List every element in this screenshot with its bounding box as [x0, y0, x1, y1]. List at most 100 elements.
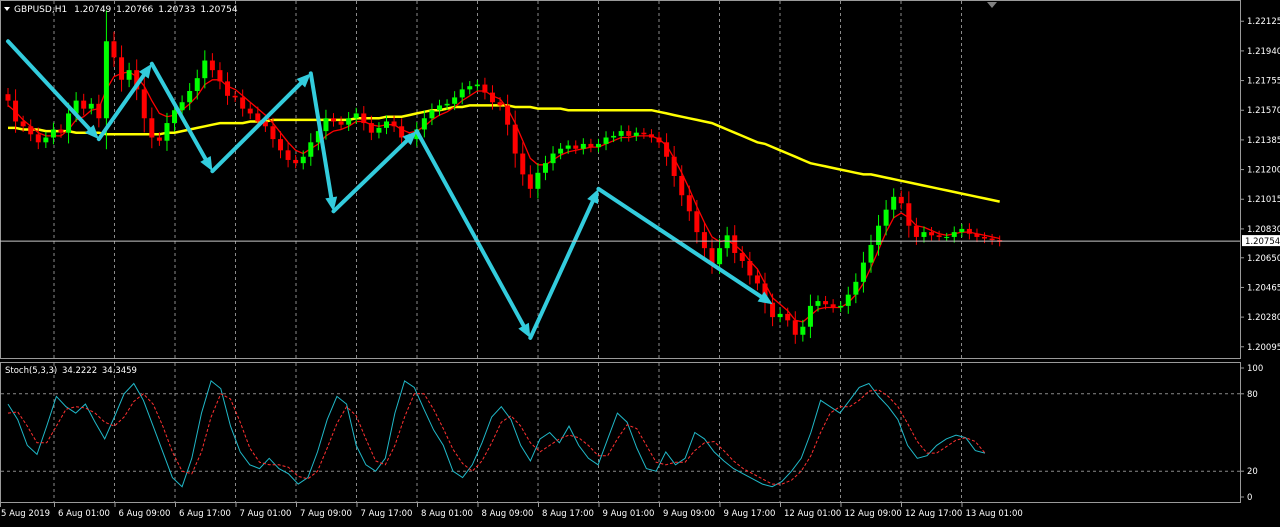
- candle: [580, 138, 586, 155]
- candle-body: [944, 236, 950, 238]
- trend-arrow: [331, 131, 417, 214]
- stochastic-main-line: [7, 380, 986, 488]
- price-axis: 1.22125 1.21940 1.21755 1.21570 1.21385 1.212…: [1240, 17, 1280, 353]
- candle-body: [542, 163, 548, 173]
- stochastic-label: Stoch(5,3,3) 34.2222 34.3459: [5, 366, 137, 376]
- price-tick-label: 1.21385: [1247, 136, 1280, 146]
- candle: [13, 89, 19, 133]
- time-tick-label: 12 Aug 01:00: [784, 509, 841, 519]
- candle-body: [126, 70, 132, 80]
- stochastic-tick-label: 100: [1247, 364, 1263, 374]
- candle-body: [845, 294, 851, 306]
- candle-body: [807, 305, 813, 327]
- candle: [527, 165, 533, 198]
- candle: [876, 214, 882, 256]
- candle: [550, 146, 556, 171]
- candle: [807, 294, 813, 339]
- candle-body: [929, 232, 935, 236]
- candle-body: [119, 57, 125, 80]
- trading-chart-window: 1.22125 1.21940 1.21755 1.21570 1.21385 1.212…: [0, 0, 1280, 523]
- candle-body: [959, 228, 965, 233]
- candle-body: [368, 123, 374, 133]
- price-tick-label: 1.20650: [1247, 254, 1280, 264]
- candle-body: [141, 89, 147, 119]
- candle: [633, 127, 639, 142]
- time-tick-label: 8 Aug 09:00: [482, 509, 534, 519]
- candle-body: [936, 235, 942, 237]
- candle-body: [558, 148, 564, 154]
- candle-body: [701, 232, 707, 249]
- candle: [921, 226, 927, 243]
- candle-body: [96, 103, 102, 119]
- candle-body: [255, 113, 261, 122]
- chart-shift-marker-icon[interactable]: [987, 2, 997, 8]
- candle: [505, 94, 511, 136]
- price-tick-label: 1.21200: [1247, 166, 1280, 176]
- time-tick-label: 5 Aug 2019: [1, 509, 50, 519]
- candle-body: [732, 235, 738, 253]
- stochastic-tick-label: 20: [1247, 467, 1258, 477]
- candle: [732, 225, 738, 264]
- price-tick-label: 1.20095: [1247, 343, 1280, 353]
- candle: [595, 138, 601, 153]
- candle-body: [966, 228, 972, 234]
- candle: [800, 319, 806, 342]
- candle-body: [474, 84, 480, 87]
- candle: [588, 138, 594, 153]
- candle: [747, 251, 753, 285]
- candle: [391, 115, 397, 132]
- candle-body: [331, 118, 337, 122]
- candle: [50, 122, 56, 145]
- candle-body: [815, 301, 821, 306]
- candle-body: [444, 103, 450, 106]
- candle-body: [452, 97, 458, 104]
- time-tick-label: 9 Aug 09:00: [663, 509, 715, 519]
- candle: [906, 191, 912, 238]
- candle: [96, 94, 102, 128]
- candle: [209, 53, 215, 78]
- candle: [951, 226, 957, 243]
- candle-body: [823, 301, 829, 305]
- candle: [785, 307, 791, 327]
- symbol-menu-arrow-icon[interactable]: [4, 7, 10, 11]
- candle: [573, 140, 579, 154]
- candle: [959, 223, 965, 238]
- price-tick-label: 1.22125: [1247, 17, 1280, 27]
- candle-body: [883, 209, 889, 226]
- candle-body: [376, 127, 382, 133]
- candle-body: [618, 131, 624, 136]
- candle-body: [739, 252, 745, 261]
- candle-body: [747, 260, 753, 276]
- candle-body: [800, 326, 806, 335]
- candle-body: [225, 81, 231, 96]
- chart-canvas[interactable]: 1.22125 1.21940 1.21755 1.21570 1.21385 1.212…: [0, 0, 1280, 523]
- candle: [671, 146, 677, 187]
- candle: [225, 72, 231, 105]
- time-tick-label: 6 Aug 17:00: [179, 509, 231, 519]
- candle: [202, 50, 208, 89]
- trend-arrow: [308, 71, 338, 212]
- candle-body: [217, 70, 223, 82]
- candle: [346, 112, 352, 131]
- candle: [28, 119, 34, 142]
- candle: [111, 31, 117, 67]
- candle-body: [527, 174, 533, 189]
- candle-body: [88, 103, 94, 109]
- price-tick-label: 1.21755: [1247, 77, 1280, 87]
- candle-body: [103, 41, 109, 119]
- candle: [648, 129, 654, 143]
- candle-body: [770, 302, 776, 318]
- candle-body: [285, 150, 291, 160]
- stochastic-lines: [1, 380, 1240, 488]
- candle: [898, 190, 904, 210]
- trend-arrow: [149, 61, 213, 172]
- candle: [467, 81, 473, 95]
- candle-body: [792, 320, 798, 335]
- candle: [618, 125, 624, 142]
- price-tick-label: 1.21940: [1247, 47, 1280, 57]
- candle-body: [595, 143, 601, 148]
- candle-body: [156, 137, 162, 141]
- trend-arrows: [6, 39, 773, 340]
- candle: [664, 133, 670, 166]
- candle: [164, 112, 170, 151]
